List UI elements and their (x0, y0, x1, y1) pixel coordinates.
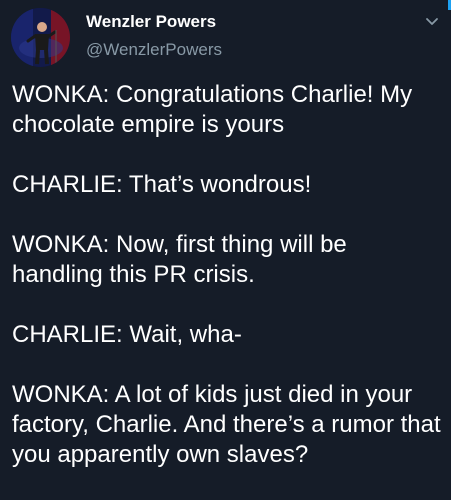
tweet-paragraph: WONKA: A lot of kids just died in your f… (12, 381, 441, 468)
tweet-paragraph: WONKA: Now, first thing will be handling… (12, 231, 347, 288)
tweet-paragraph: CHARLIE: That’s wondrous! (12, 171, 312, 198)
tweet-paragraph: CHARLIE: Wait, wha- (12, 321, 242, 348)
tweet-text: WONKA: Congratulations Charlie! My choco… (12, 80, 444, 470)
performer-avatar-icon (11, 8, 70, 67)
author-avatar[interactable] (11, 8, 70, 67)
author-display-name[interactable]: Wenzler Powers (86, 12, 216, 32)
tweet-paragraph: WONKA: Congratulations Charlie! My choco… (12, 81, 413, 138)
tweet-card: Wenzler Powers @WenzlerPowers WONKA: Con… (0, 0, 451, 500)
chevron-down-icon[interactable] (424, 14, 440, 30)
author-handle[interactable]: @WenzlerPowers (86, 40, 222, 60)
